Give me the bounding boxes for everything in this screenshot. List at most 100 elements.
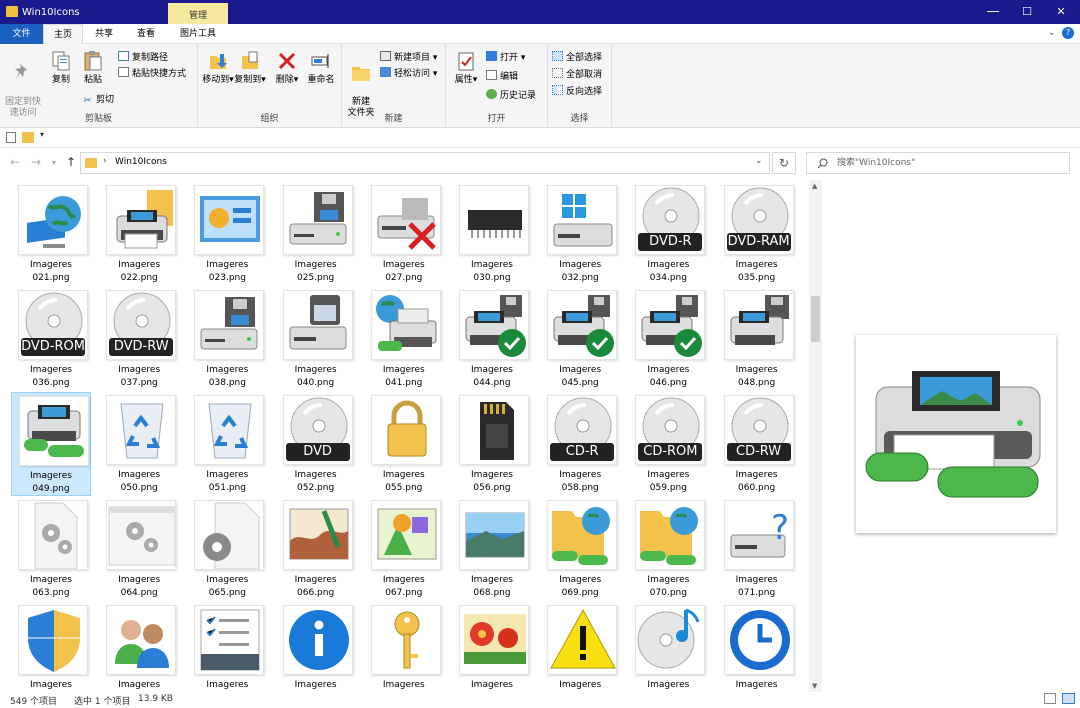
- file-item[interactable]: Imageres 067.png: [364, 497, 444, 601]
- scroll-up-icon[interactable]: ▲: [812, 182, 817, 190]
- file-item[interactable]: CD-RW Imageres 060.png: [717, 392, 797, 496]
- file-item[interactable]: Imageres 056.png: [452, 392, 532, 496]
- file-item[interactable]: Imageres 030.png: [452, 182, 532, 286]
- tab-picture-tools[interactable]: 图片工具: [168, 24, 228, 44]
- copy-path-button[interactable]: 复制路径: [118, 51, 168, 64]
- tab-share[interactable]: 共享: [84, 24, 124, 44]
- edit-button[interactable]: 编辑: [486, 70, 518, 83]
- history-button[interactable]: 历史记录: [486, 89, 536, 102]
- delete-button[interactable]: 删除▾: [274, 50, 300, 86]
- file-item[interactable]: DVD-R Imageres 034.png: [628, 182, 708, 286]
- file-item[interactable]: Imageres 065.png: [187, 497, 267, 601]
- file-item[interactable]: Imageres: [11, 602, 91, 690]
- open-button[interactable]: 打开 ▾: [486, 51, 525, 64]
- file-item[interactable]: Imageres: [99, 602, 179, 690]
- paste-shortcut-button[interactable]: 粘贴快捷方式: [118, 67, 186, 80]
- search-input[interactable]: 搜索"Win10Icons": [806, 152, 1070, 174]
- file-item[interactable]: Imageres 032.png: [540, 182, 620, 286]
- breadcrumb-path[interactable]: Win10Icons: [115, 157, 167, 167]
- new-item-button[interactable]: 新建项目 ▾: [380, 51, 437, 64]
- tab-view[interactable]: 查看: [126, 24, 166, 44]
- tab-home[interactable]: 主页: [43, 24, 83, 45]
- file-item[interactable]: Imageres 041.png: [364, 287, 444, 391]
- file-item[interactable]: CD-ROM Imageres 059.png: [628, 392, 708, 496]
- invert-selection-button[interactable]: 反向选择: [552, 85, 602, 98]
- manage-context-tab[interactable]: 管理: [168, 3, 228, 24]
- file-name: Imageres: [30, 680, 72, 690]
- file-item[interactable]: Imageres 051.png: [187, 392, 267, 496]
- file-item[interactable]: ? Imageres 071.png: [717, 497, 797, 601]
- up-icon[interactable]: ↑: [66, 155, 76, 169]
- customize-qat-icon[interactable]: ▾: [40, 130, 44, 139]
- close-button[interactable]: ✕: [1044, 0, 1078, 24]
- new-folder-qat-icon[interactable]: [22, 132, 34, 143]
- large-icons-view-icon[interactable]: [1062, 693, 1075, 704]
- move-to-button[interactable]: 移动到▾: [202, 50, 234, 86]
- select-all-button[interactable]: 全部选择: [552, 51, 602, 64]
- maximize-button[interactable]: ☐: [1010, 0, 1044, 24]
- properties-qat-icon[interactable]: [6, 132, 16, 143]
- rename-button[interactable]: 重命名: [304, 50, 338, 86]
- cut-button[interactable]: ✂ 剪切: [82, 94, 114, 106]
- details-view-icon[interactable]: [1044, 693, 1056, 704]
- delete-x-icon: [278, 52, 296, 70]
- file-item[interactable]: Imageres 040.png: [276, 287, 356, 391]
- file-item[interactable]: Imageres 048.png: [717, 287, 797, 391]
- forward-icon[interactable]: →: [31, 155, 41, 169]
- select-none-button[interactable]: 全部取消: [552, 68, 602, 81]
- file-item[interactable]: Imageres 045.png: [540, 287, 620, 391]
- file-item[interactable]: Imageres 046.png: [628, 287, 708, 391]
- file-item[interactable]: Imageres: [540, 602, 620, 690]
- quick-access-toolbar: ▾: [0, 128, 1080, 148]
- file-item[interactable]: Imageres 049.png: [11, 392, 91, 496]
- file-item[interactable]: Imageres 055.png: [364, 392, 444, 496]
- file-item[interactable]: Imageres 044.png: [452, 287, 532, 391]
- vertical-scrollbar[interactable]: ▲ ▼: [809, 180, 822, 692]
- properties-button[interactable]: 属性▾: [452, 50, 480, 86]
- file-item[interactable]: Imageres 064.png: [99, 497, 179, 601]
- address-dropdown-icon[interactable]: ⌄: [755, 156, 763, 166]
- new-folder-button[interactable]: 新建 文件夹: [344, 50, 378, 119]
- help-icon[interactable]: ?: [1062, 27, 1074, 39]
- paste-button[interactable]: 粘贴: [80, 50, 106, 86]
- file-item[interactable]: Imageres 068.png: [452, 497, 532, 601]
- file-item[interactable]: DVD-ROM Imageres 036.png: [11, 287, 91, 391]
- file-item[interactable]: Imageres 063.png: [11, 497, 91, 601]
- tab-file[interactable]: 文件: [0, 24, 43, 44]
- file-item[interactable]: Imageres 066.png: [276, 497, 356, 601]
- copy-to-button[interactable]: 复制到▾: [234, 50, 266, 86]
- file-item[interactable]: DVD Imageres 052.png: [276, 392, 356, 496]
- file-item[interactable]: Imageres: [628, 602, 708, 690]
- pin-quick-access-button[interactable]: 固定到快 速访问: [2, 50, 44, 119]
- file-item[interactable]: Imageres: [276, 602, 356, 690]
- easy-access-button[interactable]: 轻松访问 ▾: [380, 67, 437, 80]
- file-item[interactable]: Imageres 025.png: [276, 182, 356, 286]
- file-item[interactable]: Imageres 070.png: [628, 497, 708, 601]
- recent-locations-icon[interactable]: ▾: [52, 158, 56, 167]
- file-item[interactable]: DVD-RW Imageres 037.png: [99, 287, 179, 391]
- back-icon[interactable]: ←: [10, 155, 20, 169]
- file-item[interactable]: CD-R Imageres 058.png: [540, 392, 620, 496]
- file-item[interactable]: Imageres 022.png: [99, 182, 179, 286]
- file-item[interactable]: Imageres: [364, 602, 444, 690]
- file-item[interactable]: Imageres 069.png: [540, 497, 620, 601]
- file-name: Imageres 041.png: [382, 365, 425, 388]
- file-item[interactable]: Imageres 050.png: [99, 392, 179, 496]
- key-icon: [370, 605, 441, 675]
- file-item[interactable]: Imageres 021.png: [11, 182, 91, 286]
- file-item[interactable]: Imageres: [717, 602, 797, 690]
- copy-button[interactable]: 复制: [48, 50, 74, 86]
- file-item[interactable]: Imageres 027.png: [364, 182, 444, 286]
- scroll-down-icon[interactable]: ▼: [812, 682, 817, 690]
- file-item[interactable]: Imageres 023.png: [187, 182, 267, 286]
- scrollbar-thumb[interactable]: [811, 296, 820, 342]
- collapse-ribbon-icon[interactable]: ⌄: [1048, 28, 1056, 38]
- file-item[interactable]: Imageres 038.png: [187, 287, 267, 391]
- address-bar[interactable]: › Win10Icons ⌄: [80, 152, 770, 174]
- users-icon: [106, 605, 177, 675]
- minimize-button[interactable]: —: [976, 0, 1010, 24]
- file-item[interactable]: DVD-RAM Imageres 035.png: [717, 182, 797, 286]
- file-item[interactable]: Imageres: [187, 602, 267, 690]
- refresh-button[interactable]: ↻: [772, 152, 796, 174]
- file-item[interactable]: Imageres: [452, 602, 532, 690]
